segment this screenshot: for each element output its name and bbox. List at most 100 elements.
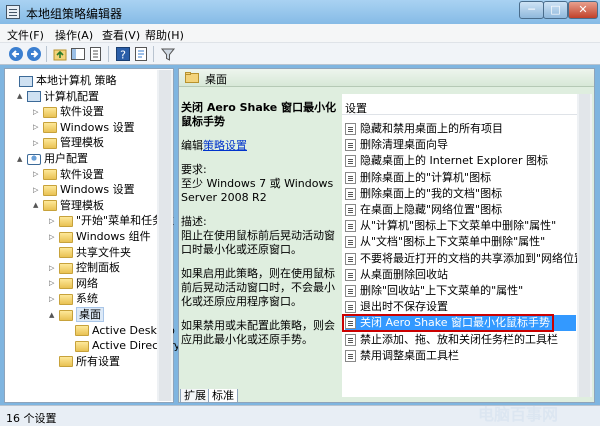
tree-item[interactable]: ▷ 控制面板 (49, 260, 120, 275)
setting-label: 不要将最近打开的文档的共享添加到"网络位置" (360, 251, 591, 265)
settings-list[interactable]: 设置 隐藏和禁用桌面上的所有项目 删除清理桌面向导 隐藏桌面上的 Internet … (342, 94, 592, 397)
setting-row[interactable]: 从桌面删除回收站 (345, 267, 448, 283)
app-icon (6, 5, 20, 19)
collapsed-arrow-icon[interactable]: ▷ (33, 136, 41, 151)
tree-pane[interactable]: 本地计算机 策略 ▲ 计算机配置 ▷ 软件设置 ▷ Windows 设置 ▷ 管理模板 ▲ 用户配置… (4, 68, 180, 403)
tree-item[interactable]: ▷ Windows 设置 (33, 182, 135, 197)
setting-row[interactable]: 从"计算机"图标上下文菜单中删除"属性" (345, 218, 556, 234)
up-icon[interactable] (52, 46, 68, 62)
setting-label: 从"文档"图标上下文菜单中删除"属性" (360, 235, 546, 249)
show-hide-tree-icon[interactable] (70, 46, 86, 62)
tree-item-label: 本地计算机 策略 (36, 74, 117, 87)
tab-standard[interactable]: 标准 (208, 389, 238, 403)
setting-row[interactable]: 禁用调整桌面工具栏 (345, 348, 459, 364)
tree-item[interactable]: ▲ 用户配置 (17, 151, 88, 166)
back-icon[interactable] (8, 46, 24, 62)
tree-item[interactable]: ▷ 系统 (49, 291, 98, 306)
setting-row[interactable]: 删除桌面上的"计算机"图标 (345, 170, 491, 186)
setting-row[interactable]: 退出时不保存设置 (345, 299, 448, 315)
collapsed-arrow-icon[interactable]: ▷ (33, 105, 41, 120)
folder-icon (59, 262, 73, 274)
tree-item[interactable]: ▷ 软件设置 (33, 104, 104, 119)
tree-item-label: 系统 (76, 292, 98, 306)
edit-policy-link[interactable]: 策略设置 (203, 139, 247, 152)
folder-icon (43, 184, 57, 196)
maximize-button[interactable]: □ (543, 1, 568, 19)
tree-scrollbar[interactable] (157, 70, 173, 401)
collapsed-arrow-icon[interactable]: ▷ (33, 183, 41, 198)
folder-icon (75, 325, 89, 337)
toolbar-separator (46, 46, 47, 62)
setting-label: 退出时不保存设置 (360, 300, 448, 314)
properties-icon[interactable] (133, 46, 149, 62)
folder-icon (59, 215, 73, 227)
policy-setting-icon (345, 285, 356, 297)
menu-help[interactable]: 帮助(H) (145, 27, 184, 43)
minimize-button[interactable]: ─ (519, 1, 544, 19)
setting-row[interactable]: 不要将最近打开的文档的共享添加到"网络位置" (345, 251, 590, 267)
filter-icon[interactable] (160, 46, 176, 62)
setting-row[interactable]: 从"文档"图标上下文菜单中删除"属性" (345, 234, 545, 250)
setting-row[interactable]: 隐藏桌面上的 Internet Explorer 图标 (345, 153, 548, 169)
collapsed-arrow-icon[interactable]: ▷ (49, 292, 57, 307)
requirements: 要求: 至少 Windows 7 或 Windows Server 2008 R2 (181, 163, 341, 205)
setting-label: 禁用调整桌面工具栏 (360, 348, 459, 362)
setting-row[interactable]: 删除清理桌面向导 (345, 137, 448, 153)
expanded-arrow-icon[interactable]: ▲ (17, 89, 25, 104)
title-bar[interactable]: 本地组策略编辑器 ─ □ ✕ (0, 0, 600, 24)
tab-extended[interactable]: 扩展 (180, 389, 210, 403)
collapsed-arrow-icon[interactable]: ▷ (49, 276, 57, 291)
tree-item[interactable]: ▷ Windows 组件 (49, 229, 151, 244)
enabled-text: 如果启用此策略，则在使用鼠标前后晃动活动窗口时，不会最小化或还原应用程序窗口。 (181, 267, 335, 308)
setting-row[interactable]: 禁止添加、拖、放和关闭任务栏的工具栏 (345, 332, 558, 348)
requirements-text: 至少 Windows 7 或 Windows Server 2008 R2 (181, 177, 334, 204)
forward-icon[interactable] (26, 46, 42, 62)
menu-file[interactable]: 文件(F) (7, 27, 44, 43)
close-button[interactable]: ✕ (568, 1, 598, 19)
tree-item-label: 管理模板 (60, 136, 104, 150)
collapsed-arrow-icon[interactable]: ▷ (33, 120, 41, 135)
setting-row[interactable]: 删除"回收站"上下文菜单的"属性" (345, 283, 523, 299)
settings-scrollbar[interactable] (577, 94, 592, 397)
tree-item-label: 所有设置 (76, 354, 120, 368)
tree-item[interactable]: ▲ 计算机配置 (17, 89, 99, 104)
collapsed-arrow-icon[interactable]: ▷ (33, 167, 41, 182)
collapsed-arrow-icon[interactable]: ▷ (49, 214, 57, 229)
tree-item[interactable]: ▲ 桌面 (49, 307, 104, 322)
tree-item[interactable]: ▷ Windows 设置 (33, 120, 135, 135)
tree-item-label: 软件设置 (60, 167, 104, 181)
help-icon[interactable]: ? (115, 46, 131, 62)
setting-label: 从桌面删除回收站 (360, 267, 448, 281)
tree-item[interactable]: ▷ 网络 (49, 276, 98, 291)
tree-item[interactable]: ▲ 管理模板 (33, 198, 104, 213)
setting-label: 禁止添加、拖、放和关闭任务栏的工具栏 (360, 332, 558, 346)
tree-item[interactable]: ▷ "开始"菜单和任务栏 (49, 213, 174, 228)
expanded-arrow-icon[interactable]: ▲ (49, 308, 57, 323)
description-section: 描述: 阻止在使用鼠标前后晃动活动窗口时最小化或还原窗口。 (181, 215, 341, 257)
expanded-arrow-icon[interactable]: ▲ (17, 152, 25, 167)
policy-setting-icon (345, 187, 356, 200)
toolbar: ? (0, 43, 600, 65)
folder-icon (43, 169, 57, 181)
setting-row[interactable]: 删除桌面上的"我的文档"图标 (345, 186, 502, 202)
menu-view[interactable]: 查看(V) (102, 27, 140, 43)
export-icon[interactable] (88, 46, 104, 62)
tree-item[interactable]: ▷ 管理模板 (33, 135, 104, 150)
tree-item-label: 控制面板 (76, 261, 120, 275)
tree-item[interactable]: 所有设置 (49, 354, 120, 369)
expanded-arrow-icon[interactable]: ▲ (33, 198, 41, 213)
requirements-label: 要求: (181, 163, 207, 176)
tree-item[interactable]: 本地计算机 策略 (9, 73, 117, 88)
collapsed-arrow-icon[interactable]: ▷ (49, 261, 57, 276)
watermark: 电脑百事网 (478, 405, 559, 424)
collapsed-arrow-icon[interactable]: ▷ (49, 230, 57, 245)
setting-title: 关闭 Aero Shake 窗口最小化鼠标手势 (181, 101, 337, 128)
setting-row[interactable]: 在桌面上隐藏"网络位置"图标 (345, 202, 502, 218)
toolbar-separator (108, 46, 109, 62)
setting-row[interactable]: 隐藏和禁用桌面上的所有项目 (345, 121, 503, 137)
menu-action[interactable]: 操作(A) (55, 27, 93, 43)
tree-item[interactable]: ▷ 软件设置 (33, 167, 104, 182)
setting-label: 隐藏桌面上的 Internet Explorer 图标 (360, 154, 548, 168)
tree-item[interactable]: 共享文件夹 (49, 245, 131, 260)
policy-setting-icon (345, 155, 356, 168)
